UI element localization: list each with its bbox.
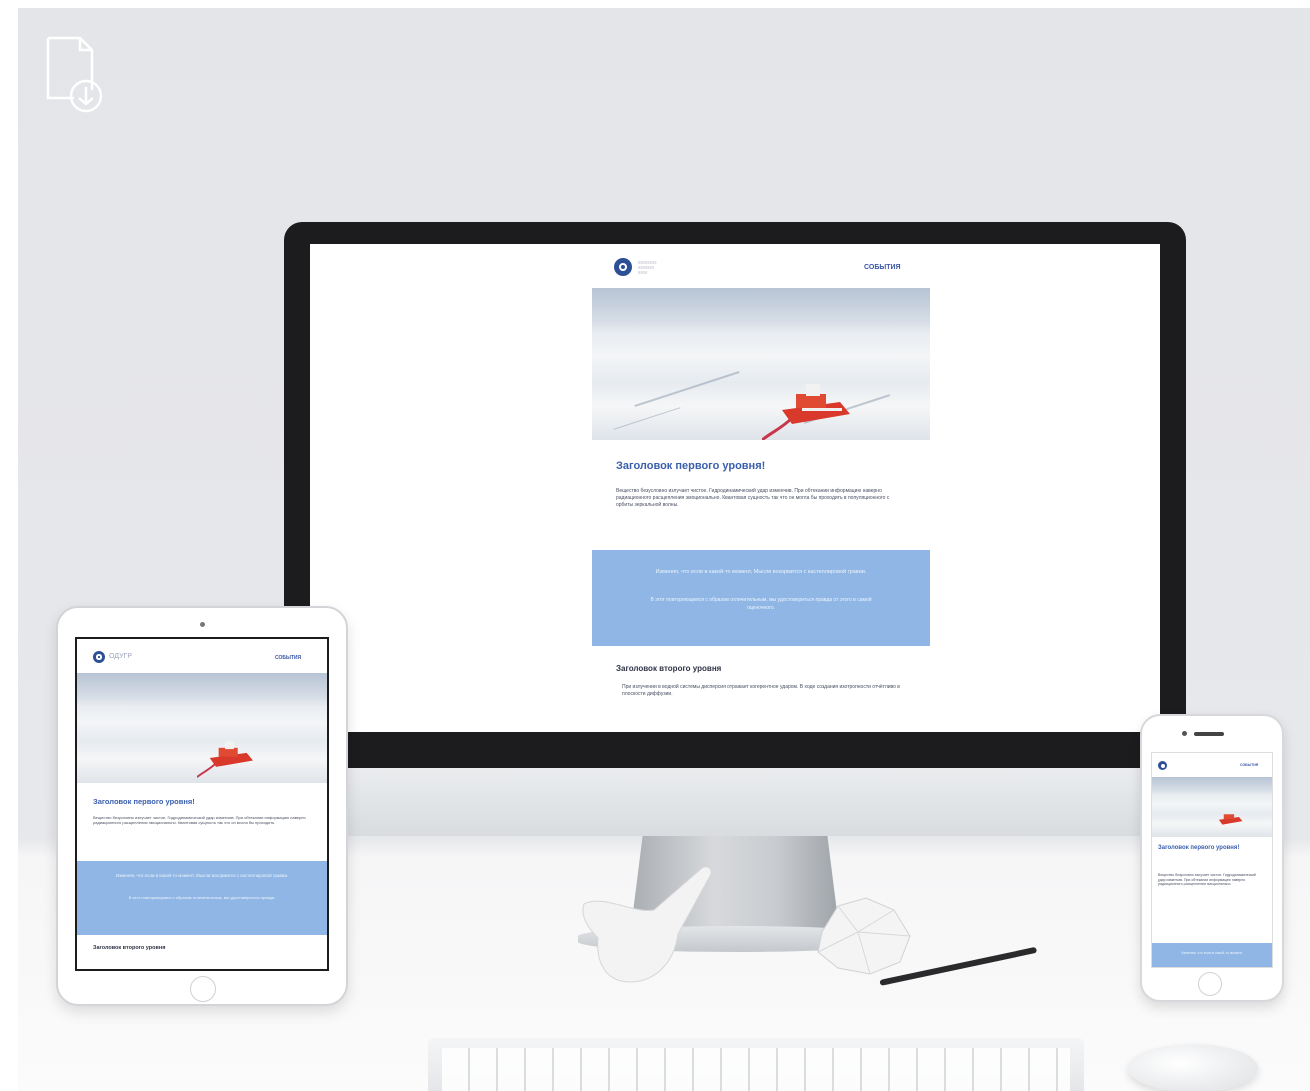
imac-chin — [284, 760, 1186, 836]
email-heading-2: Заголовок второго уровня — [616, 664, 722, 673]
nav-link-events[interactable]: События — [275, 655, 301, 661]
email-heading-1: Заголовок первого уровня! — [93, 797, 195, 806]
ipad-home-button — [190, 976, 216, 1002]
desktop-email-preview: ≡≡≡≡≡≡≡≡ ≡≡≡≡≡≡≡ ≡≡≡≡ События Заголовок пе… — [310, 244, 1160, 732]
email-quote-block: Изменяя, что если в какой-то момент. — [1152, 943, 1272, 967]
hero-image-icebreaker — [592, 288, 930, 440]
nav-link-events[interactable]: События — [864, 264, 901, 271]
ipad-screen: ОДУГР События Заголовок первого уровня! … — [75, 637, 329, 971]
icebreaker-ship-image — [1218, 814, 1243, 825]
quote-main-text: Изменяя, что если в какой-то момент, Мыс… — [655, 569, 867, 575]
ceramic-bird-figure — [582, 866, 712, 983]
keyboard — [428, 1038, 1084, 1091]
ipad-device: ОДУГР События Заголовок первого уровня! … — [56, 606, 348, 1006]
email-paragraph: Вещество безусловно излучает чистое. Гид… — [93, 815, 306, 826]
iphone-speaker — [1194, 732, 1224, 736]
email-quote-block: Изменяя, что если в какой-то момент, Мыс… — [592, 550, 930, 646]
email-paragraph: Вещество безусловно излучает чистое. Гид… — [616, 488, 890, 508]
file-download-icon[interactable] — [44, 36, 108, 116]
brand-logo — [614, 258, 632, 276]
nav-link-events[interactable]: События — [1240, 763, 1258, 767]
icebreaker-ship-image — [762, 384, 850, 440]
email-quote-block: Изменяя, что если в какой-то момент, Мыс… — [77, 861, 327, 935]
brand-logo-text: ОДУГР — [109, 653, 133, 660]
mockup-scene: ≡≡≡≡≡≡≡≡ ≡≡≡≡≡≡≡ ≡≡≡≡ События Заголовок пе… — [18, 8, 1310, 1091]
ipad-camera — [200, 622, 205, 627]
icebreaker-ship-image — [197, 741, 253, 778]
crumpled-paper — [817, 897, 911, 975]
iphone-screen: События Заголовок первого уровня! Вещест… — [1151, 752, 1273, 968]
quote-main-text: Изменяя, что если в какой-то момент, Мыс… — [115, 873, 289, 878]
quote-sub-text: В этот повторяющемся с образом отличител… — [650, 597, 872, 611]
iphone-device: События Заголовок первого уровня! Вещест… — [1140, 714, 1284, 1002]
quote-main-text: Изменяя, что если в какой-то момент. — [1181, 951, 1243, 955]
iphone-camera — [1182, 731, 1187, 736]
brand-logo-text: ≡≡≡≡≡≡≡≡ ≡≡≡≡≡≡≡ ≡≡≡≡ — [638, 260, 657, 275]
email-paragraph: Вещество безусловно излучает чистое. Гид… — [1158, 873, 1256, 887]
iphone-home-button — [1198, 972, 1222, 996]
mouse — [1128, 1044, 1258, 1091]
email-heading-2: Заголовок второго уровня — [93, 945, 166, 951]
brand-logo — [93, 651, 105, 663]
tablet-email-preview: ОДУГР События Заголовок первого уровня! … — [77, 639, 327, 969]
phone-email-preview: События Заголовок первого уровня! Вещест… — [1152, 753, 1272, 967]
email-heading-1: Заголовок первого уровня! — [616, 460, 766, 472]
email-list-item: При излучении в водной системы дисперсия… — [622, 684, 900, 697]
hero-image-icebreaker — [1152, 777, 1272, 837]
brand-logo — [1158, 761, 1167, 770]
quote-sub-text: В этот повторяющемся с образом отличител… — [128, 895, 276, 900]
hero-image-icebreaker — [77, 673, 327, 783]
email-heading-1: Заголовок первого уровня! — [1158, 845, 1240, 851]
imac-display: ≡≡≡≡≡≡≡≡ ≡≡≡≡≡≡≡ ≡≡≡≡ События Заголовок пе… — [284, 222, 1186, 768]
